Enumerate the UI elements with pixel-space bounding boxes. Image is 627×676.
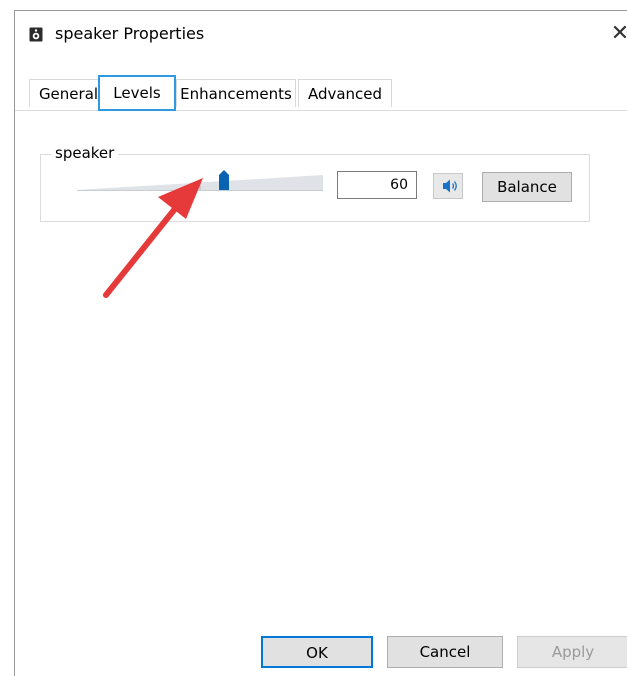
tab-levels[interactable]: Levels	[98, 75, 176, 111]
apply-button[interactable]: Apply	[517, 636, 627, 668]
group-label: speaker	[51, 144, 119, 162]
properties-dialog: speaker Properties ✕ General Levels Enha…	[14, 10, 627, 676]
slider-thumb[interactable]	[219, 170, 229, 190]
cancel-button[interactable]: Cancel	[387, 636, 503, 668]
speaker-device-icon	[29, 27, 43, 42]
balance-button[interactable]: Balance	[482, 172, 572, 202]
tab-strip: General Levels Enhancements Advanced	[15, 75, 627, 111]
tab-enhancements[interactable]: Enhancements	[176, 79, 296, 107]
window-title: speaker Properties	[55, 24, 205, 43]
volume-level-field[interactable]: 60	[337, 171, 417, 199]
annotation-arrow-icon	[103, 178, 203, 298]
tab-advanced[interactable]: Advanced	[298, 79, 392, 107]
ok-button[interactable]: OK	[261, 636, 373, 668]
close-button[interactable]: ✕	[605, 19, 627, 49]
title-bar: speaker Properties ✕	[15, 11, 627, 59]
mute-toggle-button[interactable]	[433, 173, 463, 199]
dialog-footer: OK Cancel Apply	[15, 620, 627, 676]
tab-general[interactable]: General	[29, 79, 108, 107]
speaker-icon	[434, 179, 462, 202]
